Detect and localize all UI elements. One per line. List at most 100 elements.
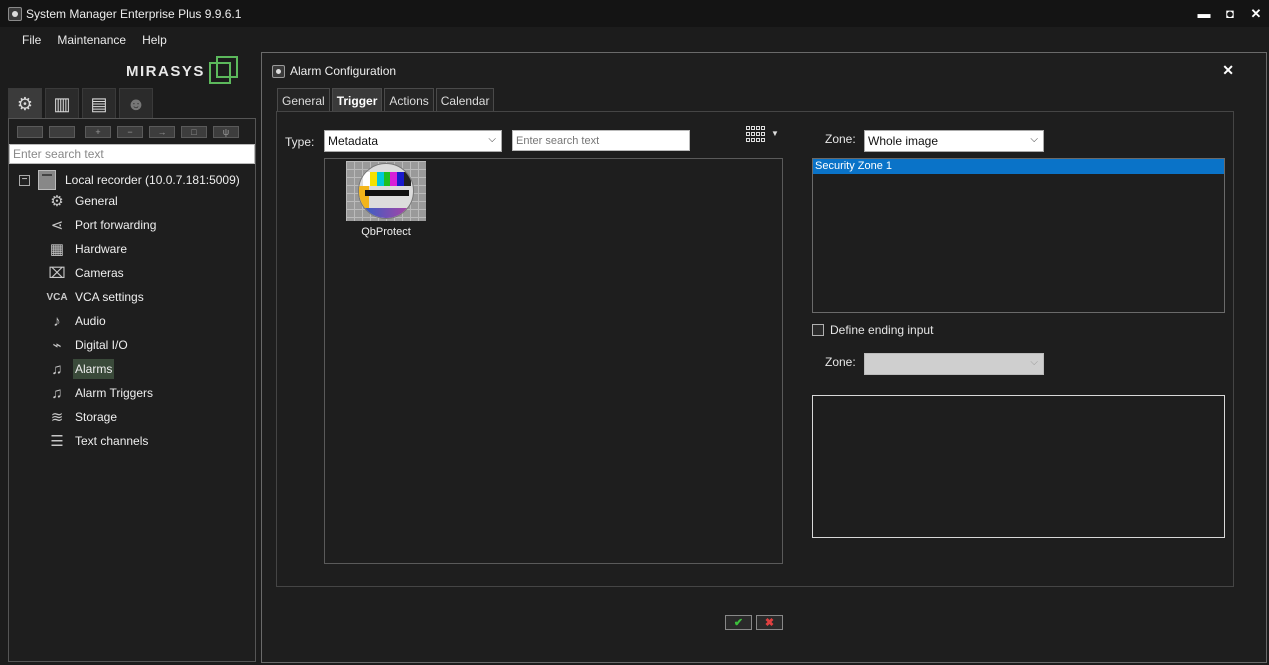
tree-item-general[interactable]: ⚙ General [47, 189, 120, 213]
devices-icon: ▥ [53, 93, 71, 114]
add-button[interactable]: + [85, 125, 111, 138]
tree-item-label: General [75, 194, 118, 208]
menu-maintenance[interactable]: Maintenance [49, 33, 134, 47]
dialog-app-icon [272, 64, 285, 78]
tab-calendar[interactable]: Calendar [435, 88, 495, 112]
tab-users[interactable]: ☻ [119, 88, 153, 118]
tree-toolbar: + − → □ ψ [9, 119, 255, 144]
metadata-item-qbprotect[interactable]: QbProtect [345, 161, 427, 238]
add-server-button[interactable] [17, 125, 43, 138]
logo-mark-icon [208, 56, 239, 86]
tree-item-alarms[interactable]: ♫ Alarms [47, 357, 115, 381]
vca-icon: VCA [46, 291, 68, 303]
tree-item-label: Text channels [75, 434, 149, 448]
grid-view-icon[interactable] [746, 126, 768, 143]
gear-icon: ⚙ [50, 193, 64, 210]
zone-select-value: Whole image [868, 134, 939, 148]
window-controls: ▬ ◘ ✕ [1191, 0, 1269, 27]
users-icon: ☻ [126, 93, 146, 114]
tree-search-input[interactable] [9, 144, 255, 164]
tree-item-storage[interactable]: ≋ Storage [47, 405, 119, 429]
menu-bar: File Maintenance Help [0, 27, 1269, 52]
tree-item-label: Alarm Triggers [75, 386, 154, 400]
zone-select[interactable]: Whole image ⌵ [864, 130, 1044, 152]
define-ending-input-row[interactable]: Define ending input [812, 323, 933, 337]
ending-input-list [812, 395, 1225, 538]
window-title: System Manager Enterprise Plus 9.9.6.1 [26, 6, 242, 21]
text-list-icon: ☰ [50, 433, 64, 450]
chevron-down-icon: ⌵ [1030, 357, 1038, 368]
metadata-search-input[interactable] [512, 130, 690, 151]
remove-server-button[interactable] [49, 125, 75, 138]
tree-item-label: Alarms [73, 359, 115, 379]
tree-item-text-channels[interactable]: ☰ Text channels [47, 429, 150, 453]
dialog-close-icon[interactable]: ✕ [1222, 62, 1234, 79]
mirasys-logo: MIRASYS [126, 56, 239, 86]
cancel-button[interactable]: ✖ [756, 615, 783, 630]
maximize-icon[interactable]: ◘ [1217, 0, 1243, 27]
remove-button[interactable]: − [117, 125, 143, 138]
dialog-title-bar: Alarm Configuration [272, 63, 396, 79]
tree-item-digital-io[interactable]: ⌁ Digital I/O [47, 333, 130, 357]
zone-label: Zone: [825, 132, 856, 146]
camera-icon: ⌧ [48, 265, 66, 282]
type-select-value: Metadata [328, 134, 379, 148]
tree-item-vca-settings[interactable]: VCA VCA settings [46, 285, 146, 309]
menu-file[interactable]: File [14, 33, 49, 47]
share-icon: ⋖ [50, 217, 64, 234]
tab-general[interactable]: General [277, 88, 330, 112]
type-select[interactable]: Metadata ⌵ [324, 130, 502, 152]
dialog-title: Alarm Configuration [290, 64, 397, 78]
view-options-chevron-icon[interactable]: ▼ [771, 129, 779, 138]
tree-item-hardware[interactable]: ▦ Hardware [47, 237, 129, 261]
tree-item-label: Cameras [75, 266, 124, 280]
chevron-down-icon: ⌵ [1030, 134, 1038, 145]
layers-icon: ≋ [50, 409, 64, 426]
tree-item-label: Audio [75, 314, 106, 328]
tab-clipboard[interactable]: ▤ [82, 88, 116, 118]
tab-settings[interactable]: ⚙ [8, 88, 42, 118]
move-button[interactable]: → [149, 125, 175, 138]
tree-item-audio[interactable]: ♪ Audio [47, 309, 108, 333]
zone-list-item[interactable]: Security Zone 1 [813, 159, 1224, 174]
type-label: Type: [285, 135, 315, 149]
stop-button[interactable]: □ [181, 125, 207, 138]
tab-actions[interactable]: Actions [384, 88, 434, 112]
tab-trigger[interactable]: Trigger [331, 88, 383, 112]
io-icon: ⌁ [52, 337, 62, 354]
tree-item-cameras[interactable]: ⌧ Cameras [47, 261, 126, 285]
microphone-icon: ♪ [53, 312, 61, 330]
tree-item-label: Digital I/O [75, 338, 128, 352]
server-icon [38, 170, 56, 190]
tree-item-port-forwarding[interactable]: ⋖ Port forwarding [47, 213, 158, 237]
tree-root-recorder[interactable]: − Local recorder (10.0.7.181:5009) [19, 169, 240, 191]
metadata-list: QbProtect [324, 158, 783, 564]
define-ending-label: Define ending input [830, 323, 934, 337]
end-zone-select: ⌵ [864, 353, 1044, 375]
tree-item-label: Hardware [75, 242, 128, 256]
app-icon [8, 6, 22, 21]
close-icon[interactable]: ✕ [1243, 0, 1269, 27]
chip-icon: ▦ [49, 241, 65, 258]
tree-item-label: VCA settings [75, 290, 144, 304]
dialog-tabs: General Trigger Actions Calendar [277, 88, 496, 112]
menu-help[interactable]: Help [134, 33, 175, 47]
title-bar: System Manager Enterprise Plus 9.9.6.1 ▬… [0, 0, 1269, 27]
trigger-tab-panel: Type: Metadata ⌵ ▼ QbProtect [276, 111, 1234, 587]
end-zone-label: Zone: [825, 355, 856, 369]
plug-button[interactable]: ψ [213, 125, 239, 138]
tree-item-label: Storage [75, 410, 118, 424]
minimize-icon[interactable]: ▬ [1191, 0, 1217, 27]
logo-text: MIRASYS [126, 62, 205, 80]
tree-item-label: Port forwarding [75, 218, 157, 232]
collapse-icon[interactable]: − [19, 174, 30, 186]
tree-item-alarm-triggers[interactable]: ♫ Alarm Triggers [47, 381, 155, 405]
tree-root-label: Local recorder (10.0.7.181:5009) [65, 173, 240, 187]
tab-devices[interactable]: ▥ [45, 88, 79, 118]
define-ending-checkbox[interactable] [812, 324, 824, 336]
alarm-configuration-dialog: Alarm Configuration ✕ General Trigger Ac… [261, 52, 1267, 663]
test-card-thumbnail [346, 161, 426, 221]
left-panel: MIRASYS ⚙ ▥ ▤ ☻ + − → □ ψ − Local record… [0, 52, 260, 665]
ok-button[interactable]: ✔ [725, 615, 752, 630]
panel-tabs: ⚙ ▥ ▤ ☻ [8, 88, 156, 118]
